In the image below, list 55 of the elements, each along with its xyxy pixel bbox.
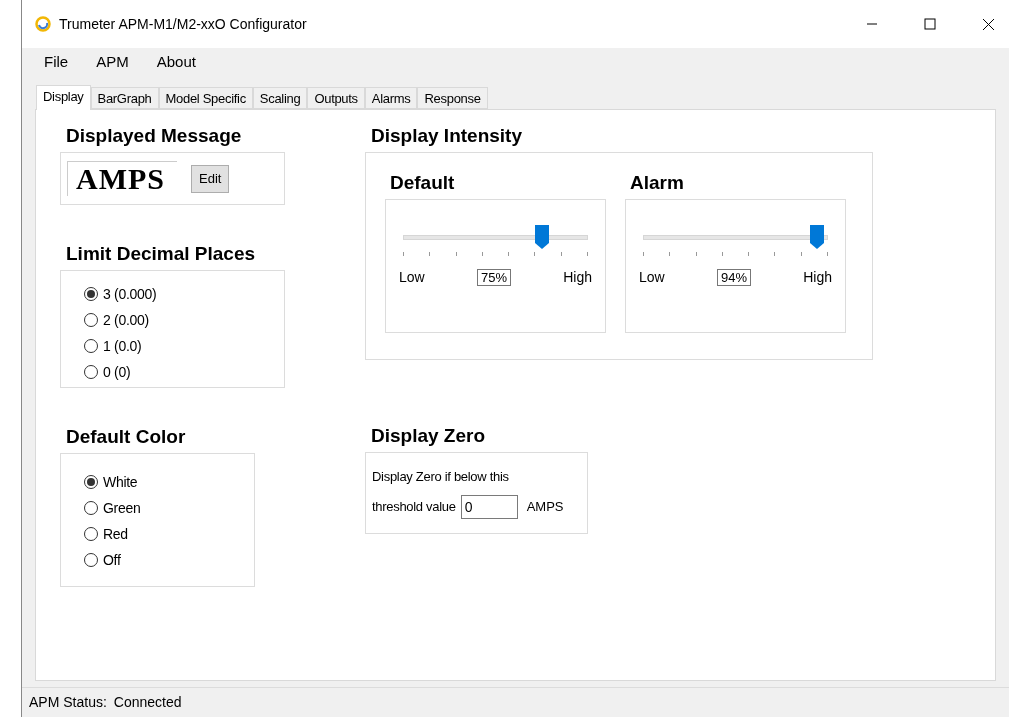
window-title: Trumeter APM-M1/M2-xxO Configurator (59, 14, 307, 34)
tab[interactable]: Display (36, 85, 91, 110)
radio-label: White (103, 472, 138, 492)
radio-label: Off (103, 550, 121, 570)
threshold-input[interactable]: 0 (460, 494, 518, 519)
high-label: High (563, 268, 592, 287)
radio-button[interactable] (84, 475, 98, 489)
radio-label: Red (103, 524, 128, 544)
tab[interactable]: Alarms (364, 87, 418, 109)
maximize-icon[interactable] (924, 18, 936, 30)
close-icon[interactable] (982, 17, 995, 31)
status-label: APM Status: (29, 693, 107, 712)
tab[interactable]: Scaling (252, 87, 308, 109)
radio-label: 0 (0) (103, 362, 131, 382)
app-logo-icon (35, 16, 51, 32)
description-text: Display Zero if below this (372, 468, 510, 486)
group-heading: Default Color (66, 425, 187, 449)
value-readout: 94% (716, 269, 751, 286)
radio-button[interactable] (84, 553, 98, 567)
low-label: Low (639, 268, 665, 287)
group-heading: Display Intensity (371, 124, 523, 148)
radio-button[interactable] (84, 313, 98, 327)
low-label: Low (399, 268, 425, 287)
group-heading: Display Zero (371, 424, 487, 448)
message-preview: AMPS (67, 161, 177, 196)
radio-button[interactable] (84, 365, 98, 379)
tab[interactable]: BarGraph (90, 87, 159, 109)
unit-label: AMPS (526, 497, 564, 516)
radio-label: 3 (0.000) (103, 284, 157, 304)
edit-button[interactable]: Edit (191, 164, 230, 193)
slider-label: Alarm (630, 171, 685, 195)
high-label: High (803, 268, 832, 287)
radio-button[interactable] (84, 287, 98, 301)
radio-button[interactable] (84, 339, 98, 353)
group-heading: Limit Decimal Places (66, 242, 257, 266)
tab[interactable]: Model Specific (158, 87, 253, 109)
description-text: threshold value (372, 497, 456, 516)
tab[interactable]: Response (417, 87, 488, 109)
status-value: Connected (113, 693, 182, 712)
slider-thumb[interactable] (534, 225, 549, 249)
radio-button[interactable] (84, 501, 98, 515)
slider-label: Default (390, 171, 456, 195)
radio-label: 1 (0.0) (103, 336, 142, 356)
menu-item[interactable]: About (144, 50, 208, 74)
radio-button[interactable] (84, 527, 98, 541)
radio-label: 2 (0.00) (103, 310, 149, 330)
slider[interactable] (403, 225, 588, 249)
tab[interactable]: Outputs (307, 87, 365, 109)
value-readout: 75% (476, 269, 511, 286)
radio-label: Green (103, 498, 141, 518)
menu-item[interactable]: APM (84, 50, 141, 74)
menu-item[interactable]: File (32, 50, 81, 74)
slider-thumb[interactable] (809, 225, 824, 249)
slider[interactable] (643, 225, 828, 249)
group-heading: Displayed Message (66, 124, 243, 148)
